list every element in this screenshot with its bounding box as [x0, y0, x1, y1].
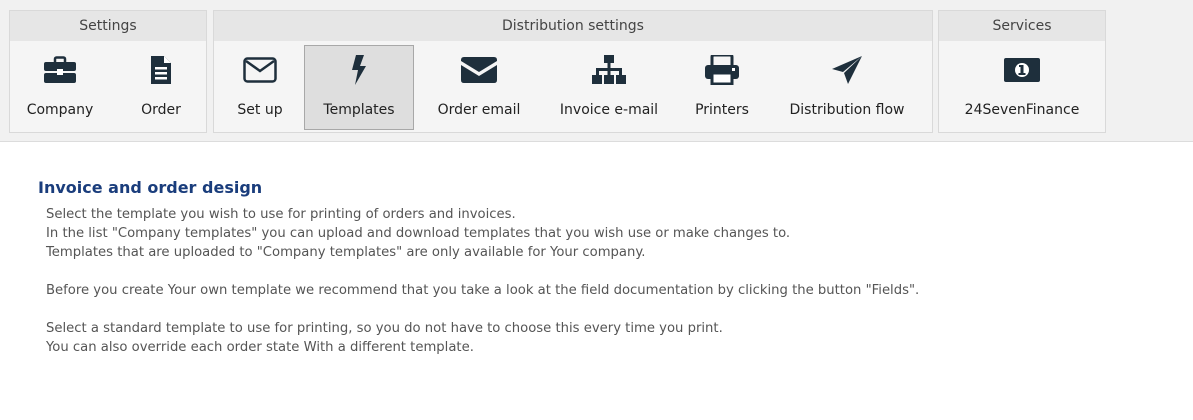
group-services-title: Services	[939, 11, 1105, 41]
order-button[interactable]: Order	[118, 45, 204, 130]
group-settings: Settings Company Order	[9, 10, 207, 133]
document-icon	[119, 52, 203, 88]
description-spacer-2	[46, 300, 919, 319]
description-line-3: Templates that are uploaded to "Company …	[46, 245, 646, 260]
templates-button[interactable]: Templates	[304, 45, 414, 130]
order-email-button[interactable]: Order email	[422, 45, 536, 130]
page-title: Invoice and order design	[38, 178, 263, 197]
distribution-flow-button-label: Distribution flow	[789, 102, 905, 118]
order-email-button-label: Order email	[437, 102, 521, 118]
group-services: Services 24SevenFinance	[938, 10, 1106, 133]
group-settings-title: Settings	[10, 11, 206, 41]
templates-button-label: Templates	[323, 102, 395, 118]
setup-button[interactable]: Set up	[222, 45, 298, 130]
distribution-flow-button[interactable]: Distribution flow	[770, 45, 924, 130]
printers-button[interactable]: Printers	[684, 45, 760, 130]
order-button-label: Order	[141, 102, 181, 118]
24sevenfinance-button[interactable]: 24SevenFinance	[945, 45, 1099, 130]
company-button-label: Company	[26, 102, 94, 118]
description-line-5: Select a standard template to use for pr…	[46, 321, 723, 336]
description-line-2: In the list "Company templates" you can …	[46, 226, 791, 241]
group-distribution-title: Distribution settings	[214, 11, 932, 41]
paper-plane-icon	[771, 52, 923, 88]
sitemap-icon	[543, 52, 675, 88]
printer-icon	[685, 52, 759, 88]
money-icon	[946, 52, 1098, 88]
invoice-email-button[interactable]: Invoice e-mail	[542, 45, 676, 130]
description-spacer-1	[46, 262, 919, 281]
lightning-icon	[305, 52, 413, 88]
ribbon-toolbar: Settings Company Order Distribution sett…	[0, 0, 1193, 142]
company-button[interactable]: Company	[14, 45, 106, 130]
invoice-email-button-label: Invoice e-mail	[559, 102, 659, 118]
printers-button-label: Printers	[695, 102, 749, 118]
description-line-1: Select the template you wish to use for …	[46, 207, 516, 222]
group-distribution-settings: Distribution settings Set up Templates O…	[213, 10, 933, 133]
24sevenfinance-button-label: 24SevenFinance	[964, 102, 1080, 118]
description-line-6: You can also override each order state W…	[46, 340, 474, 355]
envelope-outline-icon	[223, 52, 297, 88]
briefcase-icon	[15, 52, 105, 88]
main-content: Invoice and order design Select the temp…	[38, 178, 919, 357]
description-line-4: Before you create Your own template we r…	[46, 283, 920, 298]
setup-button-label: Set up	[237, 102, 283, 118]
envelope-icon	[423, 52, 535, 88]
